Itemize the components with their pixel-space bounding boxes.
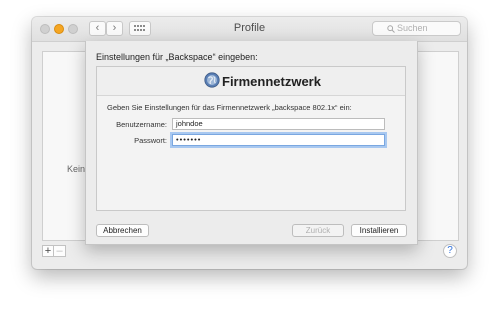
search-field[interactable]: Suchen	[372, 21, 461, 36]
install-button[interactable]: Installieren	[351, 224, 407, 237]
network-header: Firmennetzwerk	[97, 67, 405, 96]
add-profile-button[interactable]: +	[42, 245, 54, 257]
settings-sheet: Einstellungen für „Backspace“ eingeben: …	[85, 41, 418, 245]
search-placeholder: Suchen	[397, 23, 428, 33]
username-label: Benutzername:	[116, 120, 167, 129]
search-icon	[387, 25, 395, 33]
add-remove-controls: + –	[42, 245, 66, 258]
network-title: Firmennetzwerk	[222, 74, 321, 89]
title-bar: ‹ › Profile Suchen	[32, 17, 467, 42]
username-field[interactable]: johndoe	[172, 118, 385, 130]
sheet-title: Einstellungen für „Backspace“ eingeben:	[96, 52, 258, 62]
back-button[interactable]: Zurück	[292, 224, 344, 237]
remove-profile-button[interactable]: –	[54, 245, 66, 257]
password-field[interactable]: •••••••	[172, 134, 385, 146]
password-label: Passwort:	[134, 136, 167, 145]
cancel-button[interactable]: Abbrechen	[96, 224, 149, 237]
network-settings-box: Firmennetzwerk Geben Sie Einstellungen f…	[96, 66, 406, 211]
settings-prompt: Geben Sie Einstellungen für das Firmenne…	[107, 103, 352, 112]
network-globe-icon	[204, 72, 220, 88]
help-button[interactable]: ?	[443, 244, 457, 258]
